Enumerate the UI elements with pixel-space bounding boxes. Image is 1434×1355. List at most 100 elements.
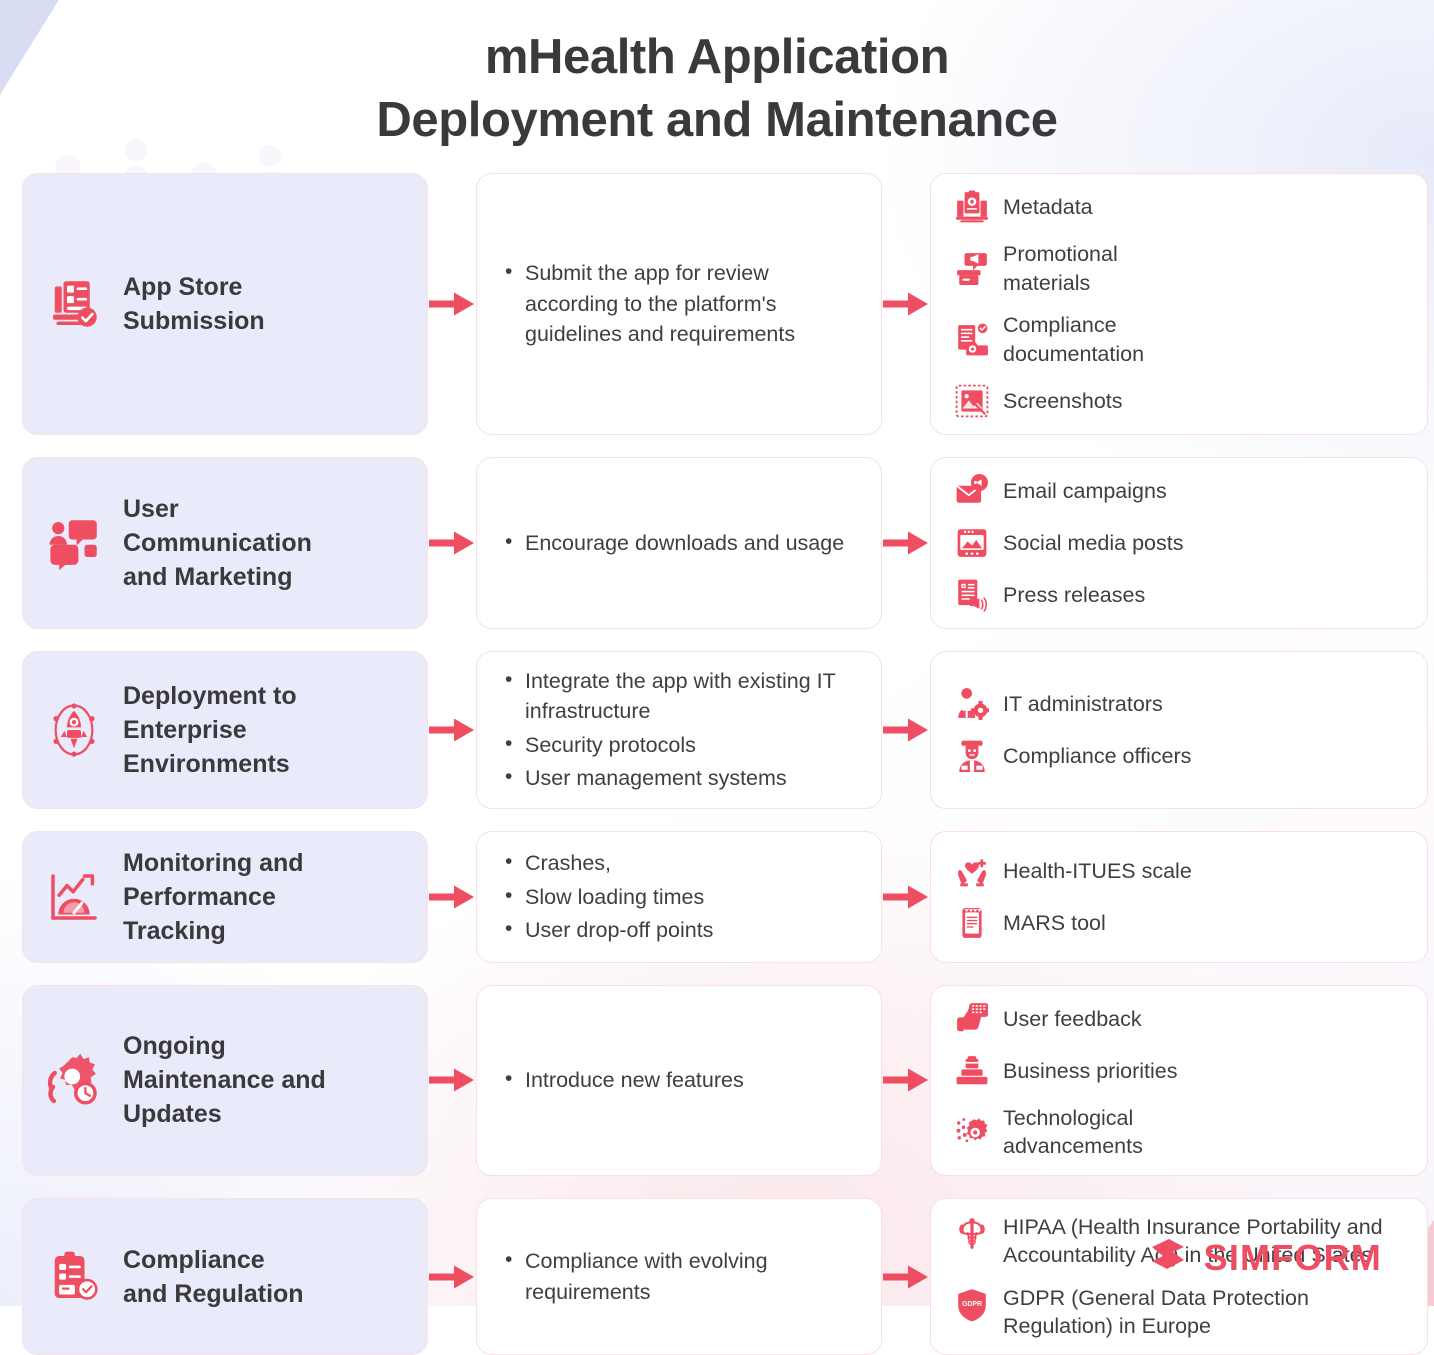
stage-card[interactable]: User Communication and Marketing — [22, 456, 428, 629]
press-release-icon — [953, 576, 991, 614]
gdpr-shield-icon — [958, 1288, 986, 1321]
stage-title: Ongoing Maintenance and Updates — [123, 1032, 326, 1129]
action-list: Crashes,Slow loading timesUser drop-off … — [499, 847, 859, 946]
clipboard-check-icon — [53, 1249, 99, 1301]
detail-item[interactable]: Health-ITUES scale — [953, 852, 1405, 890]
action-bullet: Encourage downloads and usage — [499, 527, 859, 559]
detail-item[interactable]: Press releases — [953, 576, 1185, 614]
flow-arrow-icon — [429, 885, 474, 909]
social-media-post-icon — [953, 524, 991, 562]
detail-card[interactable]: User feedback Business priorities Technolo… — [930, 985, 1428, 1176]
brand-name: SIMFORM — [1203, 1236, 1382, 1278]
detail-card[interactable]: Health-ITUES scale MARS tool — [930, 831, 1428, 963]
performance-gauge-chart-icon — [43, 866, 105, 928]
action-card[interactable]: Crashes,Slow loading timesUser drop-off … — [476, 831, 882, 963]
stage-title: App Store Submission — [123, 273, 265, 336]
detail-card[interactable]: Metadata Promotional materials Compliance … — [930, 173, 1428, 435]
checklist-document-icon — [43, 273, 105, 335]
detail-item[interactable]: Email campaigns — [953, 472, 1185, 510]
action-bullet: Crashes, — [499, 847, 859, 879]
detail-item[interactable]: Screenshots — [953, 382, 1185, 420]
detail-item[interactable]: GDPR (General Data Protection Regulation… — [953, 1284, 1405, 1341]
stage-row: OngoingMaintenance andUpdates Introduce n… — [22, 985, 1428, 1176]
compliance-officer-icon — [958, 739, 986, 773]
detail-item-label: Compliance documentation — [1003, 313, 1145, 366]
flow-arrow-icon — [429, 531, 474, 555]
stage-card[interactable]: Monitoring and Performance Tracking — [22, 831, 428, 963]
detail-item-label: Email campaigns — [1003, 478, 1167, 503]
detail-item-label: Screenshots — [1003, 388, 1123, 413]
detail-item-label: IT administrators — [1003, 691, 1163, 716]
action-bullet: User drop-off points — [499, 914, 859, 946]
action-bullet: Submit the app for review according to t… — [499, 257, 859, 350]
detail-item[interactable]: Metadata — [953, 188, 1185, 226]
flow-arrow-icon — [883, 292, 928, 316]
detail-item-grid: IT administrators Compliance officers — [953, 685, 1405, 775]
action-list: Submit the app for review according to t… — [499, 257, 859, 350]
it-admin-icon — [953, 685, 991, 723]
detail-item-label: MARS tool — [1003, 910, 1106, 935]
detail-item-label: Press releases — [1003, 582, 1146, 607]
flow-arrow — [882, 651, 930, 809]
action-list: Compliance with evolving requirements — [499, 1245, 859, 1307]
compliance-officer-icon — [953, 737, 991, 775]
flow-arrow — [428, 651, 476, 809]
detail-item-grid: User feedback Business priorities Technolo… — [953, 1000, 1405, 1161]
detail-item[interactable]: Compliance documentation — [953, 311, 1185, 368]
action-list: Encourage downloads and usage — [499, 527, 859, 559]
action-bullet: Integrate the app with existing IT infra… — [499, 665, 859, 727]
stage-card[interactable]: Ongoing Maintenance and Updates — [22, 985, 428, 1176]
stage-row: App StoreSubmission Submit the app for re… — [22, 173, 1428, 435]
gear-clock-icon — [43, 1049, 105, 1111]
detail-item-label: GDPR (General Data Protection Regulation… — [1003, 1285, 1309, 1338]
stage-row: Deployment toEnterpriseEnvironments Integ… — [22, 650, 1428, 809]
mobile-rating-icon — [962, 908, 982, 938]
detail-item[interactable]: MARS tool — [953, 904, 1405, 942]
action-card[interactable]: Introduce new features — [476, 985, 882, 1176]
action-bullet: Introduce new features — [499, 1064, 859, 1096]
detail-card[interactable]: Email campaigns Social media posts Press r… — [930, 456, 1428, 629]
stage-title: Monitoring and Performance Tracking — [123, 849, 304, 945]
flow-arrow-icon — [883, 718, 928, 742]
flow-arrow — [882, 831, 930, 963]
action-card[interactable]: Compliance with evolving requirements — [476, 1197, 882, 1355]
page-title-line-1: mHealth Application — [484, 30, 950, 84]
mobile-rating-icon — [953, 904, 991, 942]
detail-item[interactable]: Technological advancements — [953, 1104, 1185, 1161]
detail-item[interactable]: User feedback — [953, 1000, 1185, 1038]
it-admin-icon — [958, 688, 989, 720]
brand-footer: SIMFORM — [1146, 1233, 1382, 1282]
action-card[interactable]: Integrate the app with existing IT infra… — [476, 650, 882, 809]
briefcase-priority-icon — [953, 1052, 991, 1090]
detail-item[interactable]: Compliance officers — [953, 737, 1405, 775]
detail-item[interactable]: Promotional materials — [953, 240, 1185, 297]
flow-arrow-icon — [883, 1068, 928, 1092]
gdpr-shield-icon — [953, 1286, 991, 1324]
flow-arrow-icon — [883, 531, 928, 555]
press-release-icon — [957, 578, 988, 612]
stage-card[interactable]: Deployment to Enterprise Environments — [22, 650, 428, 809]
detail-item-label: Metadata — [1003, 195, 1093, 220]
detail-card[interactable]: IT administrators Compliance officers — [930, 650, 1428, 809]
detail-item-grid: Metadata Promotional materials Compliance … — [953, 188, 1405, 420]
flow-arrow-icon — [429, 1265, 474, 1288]
people-speech-icon — [43, 512, 105, 574]
detail-item[interactable]: IT administrators — [953, 685, 1405, 723]
stage-card[interactable]: App Store Submission — [22, 173, 428, 435]
stage-row: Monitoring andPerformanceTracking Crashes… — [22, 831, 1428, 963]
screenshot-image-icon — [955, 384, 989, 418]
detail-item[interactable]: Business priorities — [953, 1052, 1185, 1090]
email-megaphone-icon — [955, 473, 989, 504]
detail-item-grid: Health-ITUES scale MARS tool — [953, 852, 1405, 942]
stage-card[interactable]: Compliance and Regulation — [22, 1197, 428, 1355]
action-card[interactable]: Encourage downloads and usage — [476, 456, 882, 629]
screenshot-image-icon — [953, 382, 991, 420]
megaphone-box-icon — [957, 252, 987, 285]
action-card[interactable]: Submit the app for review according to t… — [476, 173, 882, 435]
infographic-page: mHealth Application Deployment and Maint… — [0, 0, 1434, 1355]
clipboard-check-icon — [43, 1246, 105, 1308]
detail-item[interactable]: Social media posts — [953, 524, 1185, 562]
people-speech-icon — [49, 520, 97, 571]
tech-gear-pixel-icon — [953, 1113, 991, 1151]
action-bullet: Compliance with evolving requirements — [499, 1245, 859, 1307]
